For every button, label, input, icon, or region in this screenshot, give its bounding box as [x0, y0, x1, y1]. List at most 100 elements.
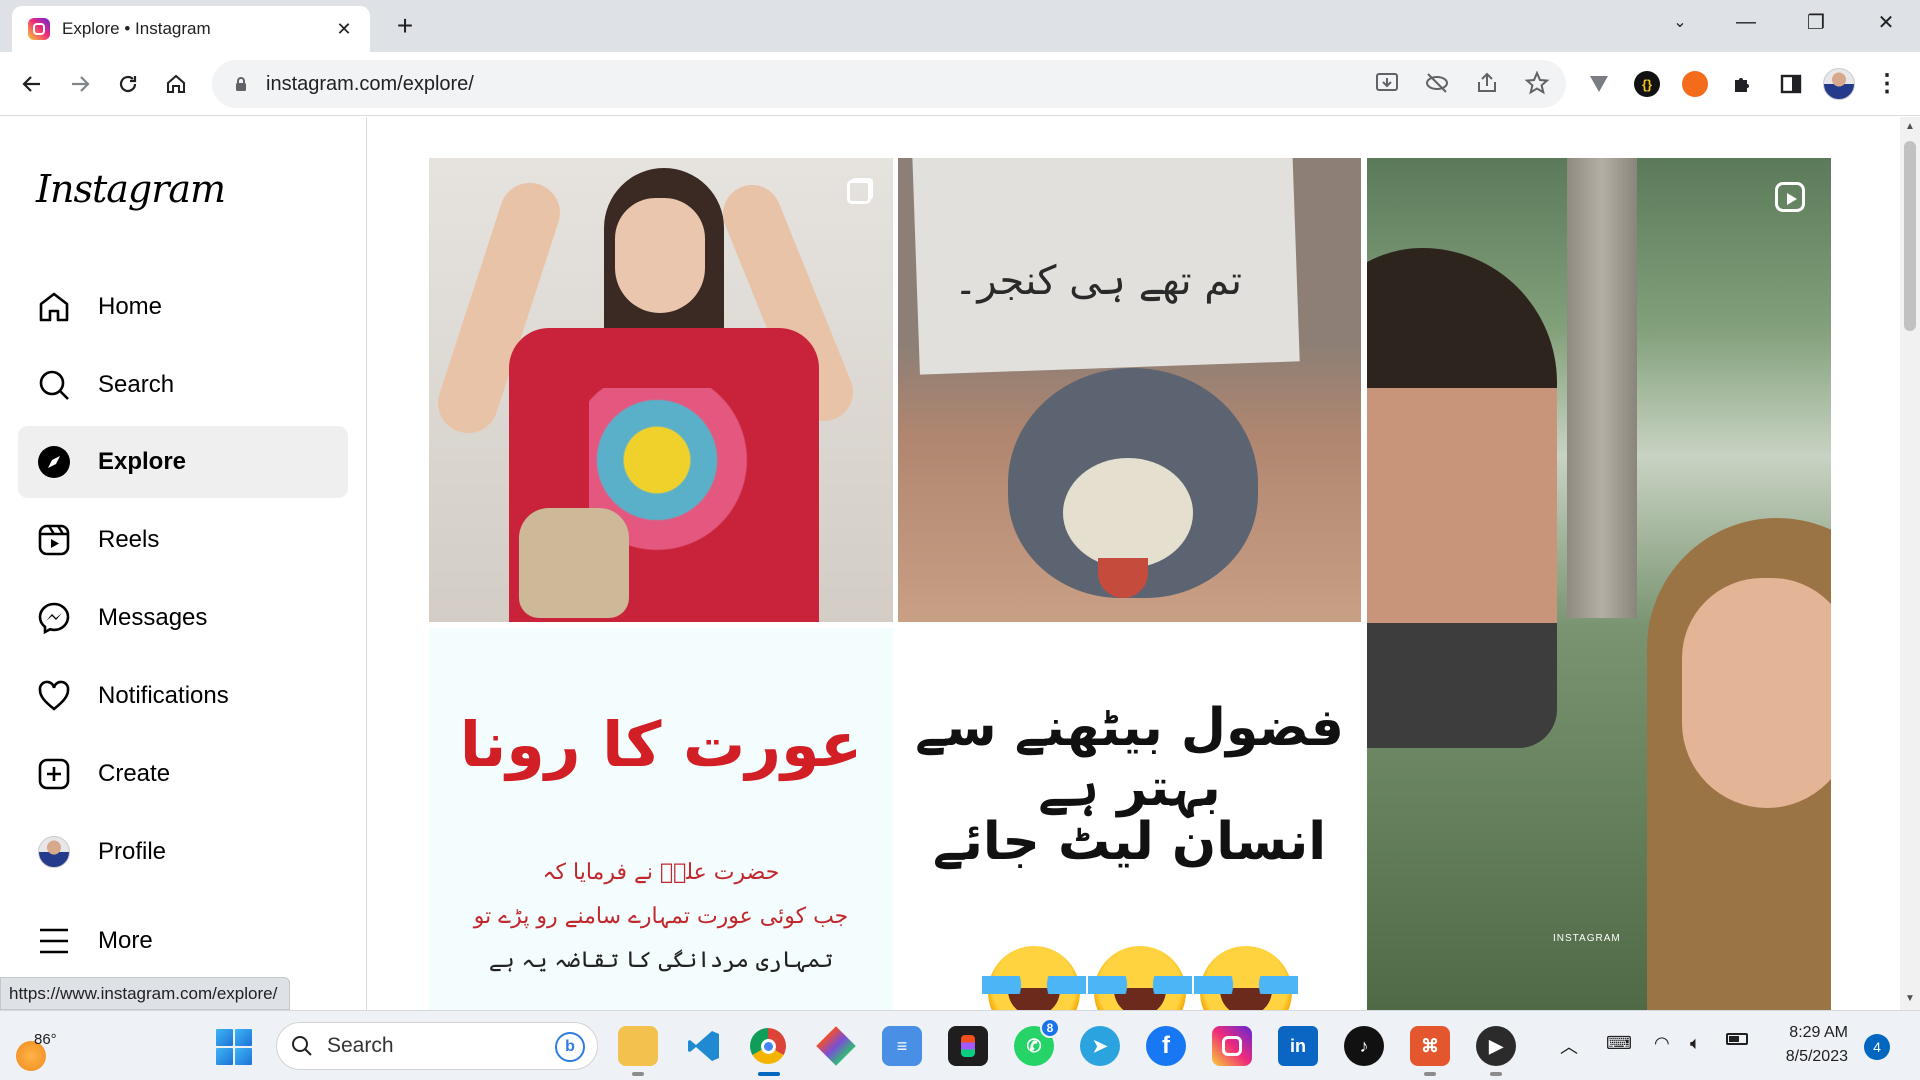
laughing-emoji-icon [982, 946, 1086, 1010]
quote-line: تمہاری مردانگی کا تقاضہ یہ ہے [488, 948, 834, 973]
tab-search-chevron-icon[interactable]: ⌄ [1650, 0, 1710, 44]
scroll-thumb[interactable] [1904, 141, 1916, 331]
bing-icon[interactable]: b [555, 1032, 585, 1062]
meme-line: فضول بیٹھنے سے بہتر ہے [915, 698, 1344, 818]
media-player-icon[interactable]: ▶ [1476, 1026, 1516, 1076]
back-button[interactable] [14, 66, 50, 102]
home-button[interactable] [158, 66, 194, 102]
taskbar-clock[interactable]: 8:29 AM 8/5/2023 [1756, 1021, 1848, 1069]
clock-time: 8:29 AM [1789, 1024, 1848, 1041]
nav-profile[interactable]: Profile [18, 816, 348, 888]
restore-button[interactable]: ❐ [1786, 0, 1846, 44]
nav-reels[interactable]: Reels [18, 504, 348, 576]
sign-text: تم تھے ہی کنجر۔ [953, 258, 1243, 304]
nav-home[interactable]: Home [18, 271, 348, 343]
volume-icon[interactable]: 🔈︎ [1690, 1033, 1701, 1054]
notification-count-badge[interactable]: 4 [1864, 1034, 1890, 1060]
notepad-icon[interactable]: ≡ [882, 1026, 922, 1066]
wifi-icon[interactable]: ◠ [1654, 1033, 1670, 1054]
search-icon [36, 367, 72, 403]
nav-explore[interactable]: Explore [18, 426, 348, 498]
tab-explore-instagram[interactable]: Explore • Instagram ✕ [12, 6, 370, 52]
nav-label: Create [98, 760, 171, 787]
bookmark-star-icon[interactable] [1524, 70, 1550, 96]
page-scrollbar[interactable]: ▲ ▼ [1900, 117, 1920, 1010]
nav-label: More [98, 927, 153, 954]
quote-title: عورت کا رونا [459, 708, 863, 781]
nav-label: Search [98, 371, 175, 398]
linkedin-icon[interactable]: in [1278, 1026, 1318, 1066]
nav-notifications[interactable]: Notifications [18, 660, 348, 732]
share-icon[interactable] [1474, 70, 1500, 96]
nav-more[interactable]: More [18, 905, 348, 977]
explore-post-cartoon-sign[interactable]: تم تھے ہی کنجر۔ [898, 158, 1361, 622]
messenger-icon [36, 600, 72, 636]
quote-line: حضرت علیؓ نے فرمایا کہ [542, 860, 780, 885]
url-text[interactable]: instagram.com/explore/ [266, 73, 474, 96]
install-app-icon[interactable] [1374, 70, 1400, 96]
temperature: 86° [34, 1031, 57, 1048]
telegram-icon[interactable]: ➤ [1080, 1026, 1120, 1066]
orange-extension-icon[interactable] [1678, 66, 1712, 102]
side-panel-icon[interactable] [1774, 66, 1808, 102]
orange-app-icon[interactable]: ⌘ [1410, 1026, 1450, 1076]
forward-button[interactable] [62, 66, 98, 102]
instagram-icon[interactable] [1212, 1026, 1252, 1066]
address-bar[interactable]: instagram.com/explore/ [212, 60, 1566, 108]
explore-post-urdu-quote[interactable]: عورت کا رونا حضرت علیؓ نے فرمایا کہ جب ک… [429, 628, 893, 1010]
reload-icon [119, 75, 137, 93]
taskbar-search-label: Search [327, 1034, 394, 1057]
site-info-icon[interactable] [232, 75, 250, 93]
scroll-up-arrow-icon[interactable]: ▲ [1905, 121, 1915, 132]
eye-off-icon[interactable] [1424, 70, 1450, 96]
nav-messages[interactable]: Messages [18, 582, 348, 654]
tab-close-icon[interactable]: ✕ [332, 19, 356, 40]
figma-icon[interactable] [948, 1026, 988, 1066]
json-extension-icon[interactable]: {} [1630, 66, 1664, 102]
taskbar-search[interactable]: Search b [276, 1022, 598, 1070]
start-button[interactable] [216, 1029, 252, 1065]
laughing-emojis [982, 946, 1298, 1010]
new-tab-button[interactable]: + [388, 10, 422, 44]
browser-menu-icon[interactable]: ⋮ [1870, 66, 1904, 102]
file-explorer-icon[interactable] [618, 1026, 658, 1076]
vscode-icon[interactable] [684, 1026, 724, 1066]
facebook-icon[interactable]: f [1146, 1026, 1186, 1066]
instagram-logo[interactable]: Instagram [36, 167, 226, 211]
minimize-button[interactable]: — [1716, 0, 1776, 44]
puzzle-extensions-icon[interactable] [1726, 66, 1760, 102]
nav-label: Notifications [98, 682, 229, 709]
profile-avatar[interactable] [1822, 66, 1856, 102]
weather-widget[interactable]: 86° [14, 1023, 62, 1071]
vpn-extension-icon[interactable] [1582, 66, 1616, 102]
tiktok-icon[interactable]: ♪ [1344, 1026, 1384, 1066]
explore-post-reel[interactable]: INSTAGRAM [1367, 158, 1831, 1010]
reload-button[interactable] [110, 66, 146, 102]
tray-overflow-chevron-icon[interactable]: ︿ [1560, 1033, 1578, 1059]
battery-icon[interactable] [1726, 1033, 1748, 1045]
avatar [36, 834, 72, 870]
instagram-favicon-icon [28, 18, 50, 40]
nav-search[interactable]: Search [18, 349, 348, 421]
back-arrow-icon [22, 76, 40, 92]
close-window-button[interactable]: ✕ [1856, 0, 1916, 44]
nav-label: Messages [98, 604, 208, 631]
reel-icon [1775, 182, 1805, 212]
chrome-icon[interactable] [748, 1026, 788, 1076]
laughing-emoji-icon [1194, 946, 1298, 1010]
nav-label: Explore [98, 448, 187, 475]
menu-icon [36, 923, 72, 959]
git-kraken-icon[interactable] [816, 1026, 856, 1066]
explore-post-girl-red-shirt[interactable] [429, 158, 893, 622]
keyboard-icon[interactable]: ⌨ [1606, 1033, 1632, 1054]
search-icon [292, 1036, 312, 1056]
whatsapp-icon[interactable]: ✆ 8 [1014, 1018, 1060, 1066]
scroll-down-arrow-icon[interactable]: ▼ [1905, 993, 1915, 1004]
browser-toolbar: instagram.com/explore/ {} ⋮ [0, 52, 1920, 116]
meme-line: انسان لیٹ جائے [932, 812, 1327, 872]
whatsapp-badge: 8 [1040, 1018, 1060, 1038]
nav-create[interactable]: Create [18, 738, 348, 810]
explore-post-urdu-meme[interactable]: فضول بیٹھنے سے بہتر ہے انسان لیٹ جائے [898, 628, 1361, 1010]
heart-icon [36, 678, 72, 714]
explore-grid: تم تھے ہی کنجر۔ INSTAGRAM عورت کا رونا ح… [368, 117, 1900, 1010]
